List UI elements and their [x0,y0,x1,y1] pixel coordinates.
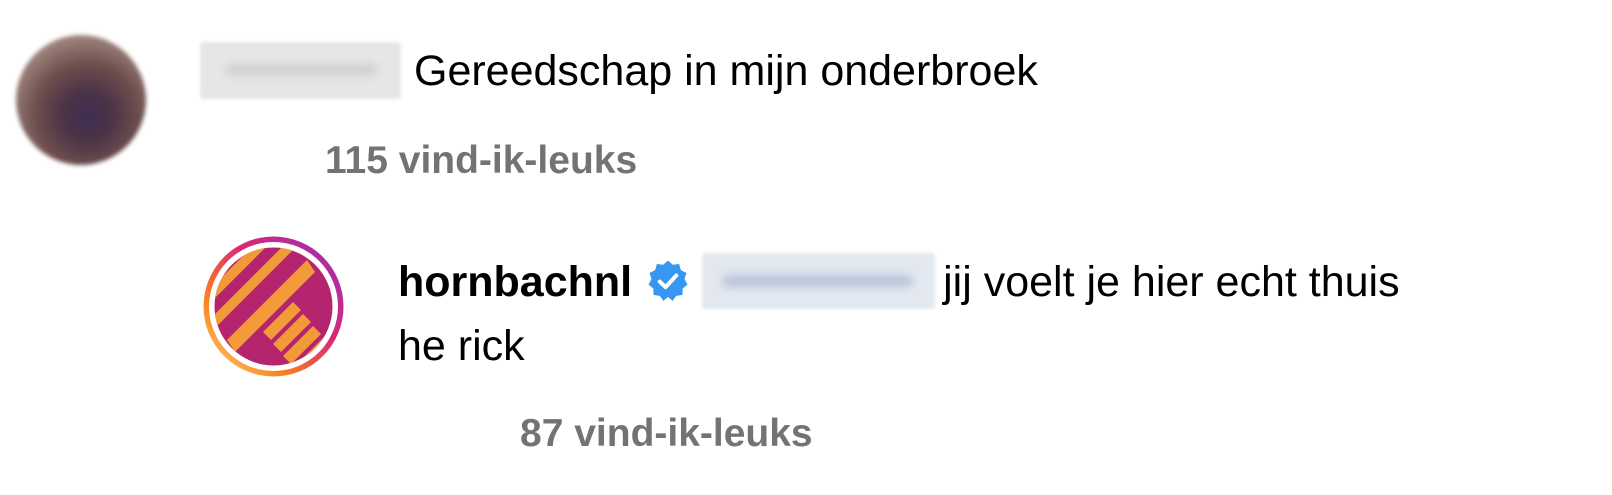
reply-username[interactable]: hornbachnl [398,258,632,306]
reply-likes-count[interactable]: 87 vind-ik-leuks [520,411,813,457]
verified-badge-icon [648,260,688,301]
comment-likes-count[interactable]: 115 vind-ik-leuks [325,138,637,184]
commenter-avatar[interactable] [16,35,146,165]
hornbach-avatar[interactable] [201,234,346,379]
mention-redacted[interactable] [702,253,936,309]
reply-text-part2: he rick [398,322,525,370]
reply-text-block: hornbachnl jij voelt je hier echt thuis h… [398,250,1598,378]
commenter-username-redacted[interactable] [200,42,401,99]
comment-text: Gereedschap in mijn onderbroek [414,47,1038,95]
reply-text-part1: jij voelt je hier echt thuis [943,258,1400,306]
